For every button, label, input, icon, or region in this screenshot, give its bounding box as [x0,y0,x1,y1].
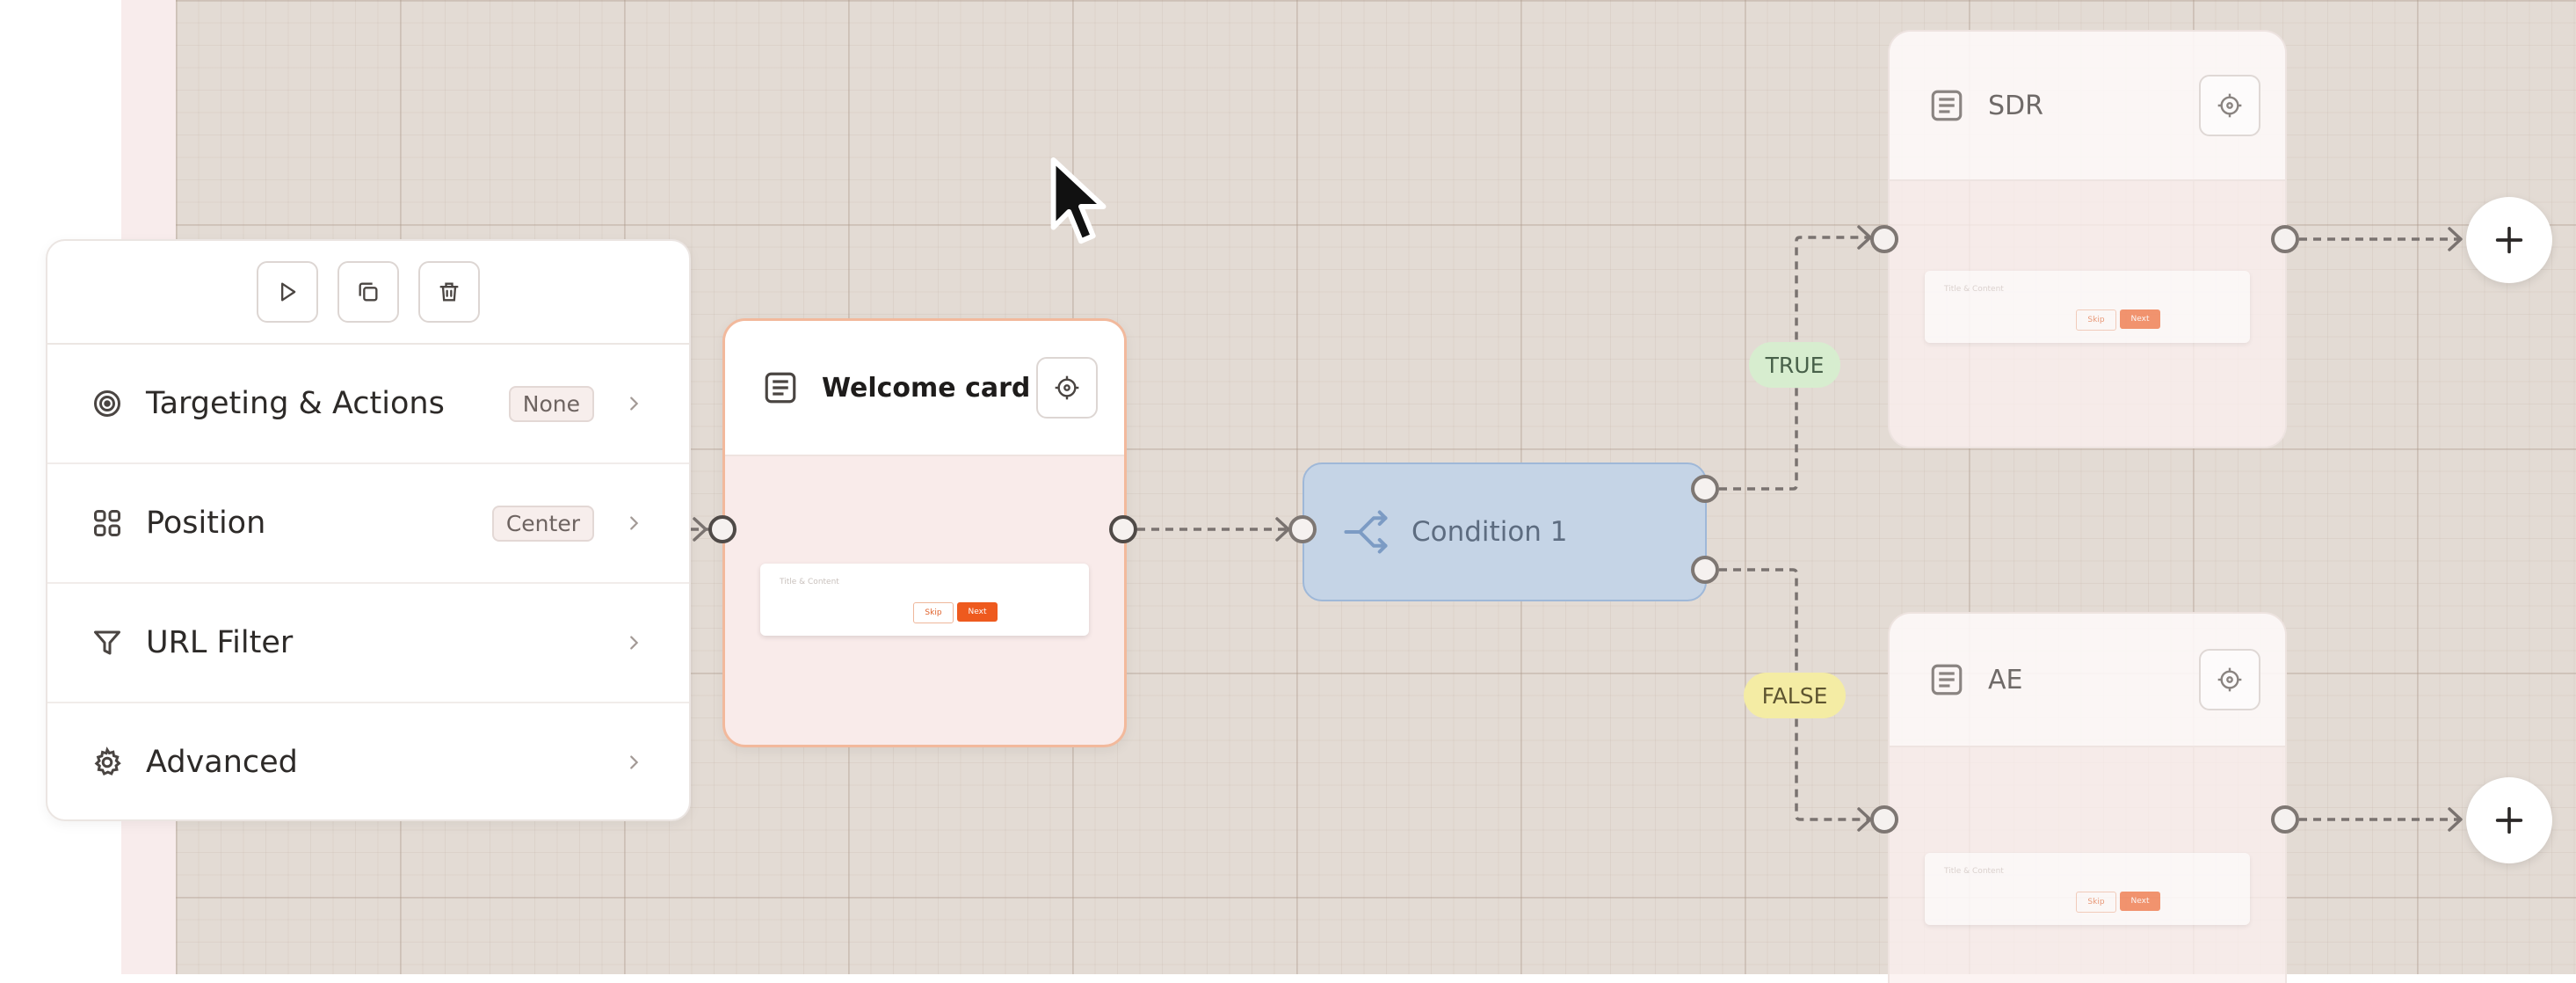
plus-icon [2495,226,2523,254]
locate-button[interactable] [2199,649,2260,710]
sdr-node[interactable]: SDR Title & Content Skip Next [1888,30,2287,448]
false-branch-label: FALSE [1744,673,1846,718]
preview-next-button: Next [2120,892,2160,911]
node-header: AE [1890,614,2285,747]
edge-arrowhead [1857,807,1872,832]
play-button[interactable] [257,261,318,323]
chevron-right-icon [620,630,647,656]
gear-icon [90,745,125,780]
node-title: AE [1988,664,2023,695]
play-icon [281,282,296,302]
advanced-row[interactable]: Advanced [47,703,689,819]
node-title: Welcome card [822,372,1031,404]
condition-true-port[interactable] [1691,475,1719,503]
chevron-right-icon [620,749,647,775]
node-header: SDR [1890,32,2285,181]
row-label: Advanced [146,745,298,780]
ae-node[interactable]: AE Title & Content Skip Next [1888,612,2287,983]
card-icon [1927,659,1967,700]
card-preview: Title & Content Skip Next [1925,853,2250,925]
condition-input-port[interactable] [1288,515,1317,543]
preview-next-button: Next [957,602,998,622]
delete-button[interactable] [418,261,480,323]
status-badge: Center [491,505,594,542]
crosshair-icon [2217,93,2242,118]
crosshair-icon [2217,667,2242,692]
add-step-button[interactable] [2466,197,2552,283]
condition-false-port[interactable] [1691,556,1719,584]
crosshair-icon [1055,375,1079,400]
preview-text: Title & Content [780,578,839,586]
row-label: Position [146,506,266,541]
node-header: Welcome card [725,321,1124,456]
card-icon [760,368,801,408]
duplicate-button[interactable] [337,261,399,323]
duplicate-icon [359,282,378,302]
split-icon [1341,507,1390,557]
locate-button[interactable] [1036,357,1098,419]
welcome-input-port[interactable] [708,515,737,543]
ae-output-port[interactable] [2271,805,2299,834]
preview-text: Title & Content [1944,285,2004,294]
card-preview: Title & Content Skip Next [1925,271,2250,343]
trash-icon [439,282,459,302]
true-branch-label: TRUE [1749,342,1840,388]
row-label: Targeting & Actions [146,386,445,421]
targeting-actions-row[interactable]: Targeting & Actions None [47,345,689,464]
sdr-output-port[interactable] [2271,225,2299,253]
step-settings-panel: Targeting & Actions None Position Center… [46,239,691,821]
preview-text: Title & Content [1944,867,2004,876]
panel-toolbar [47,241,689,345]
plus-icon [2495,806,2523,834]
status-badge: None [508,385,594,422]
condition-node[interactable]: Condition 1 [1303,462,1707,601]
card-icon [1927,85,1967,126]
condition-label: Condition 1 [1411,516,1568,548]
welcome-card-node[interactable]: Welcome card Title & Content Skip Next [722,318,1127,747]
preview-next-button: Next [2120,309,2160,329]
target-icon [90,386,125,421]
url-filter-row[interactable]: URL Filter [47,584,689,703]
ae-input-port[interactable] [1870,805,1898,834]
row-label: URL Filter [146,625,294,660]
sdr-input-port[interactable] [1870,225,1898,253]
position-row[interactable]: Position Center [47,464,689,584]
locate-button[interactable] [2199,75,2260,136]
welcome-output-port[interactable] [1109,515,1137,543]
chevron-right-icon [620,510,647,536]
chevron-right-icon [620,390,647,417]
add-step-button[interactable] [2466,777,2552,863]
preview-skip-button: Skip [913,602,954,623]
preview-skip-button: Skip [2076,892,2116,913]
card-preview: Title & Content Skip Next [760,564,1089,636]
node-title: SDR [1988,90,2043,121]
grid-icon [90,506,125,541]
preview-skip-button: Skip [2076,309,2116,331]
filter-icon [90,625,125,660]
mouse-cursor-icon [1050,157,1107,244]
